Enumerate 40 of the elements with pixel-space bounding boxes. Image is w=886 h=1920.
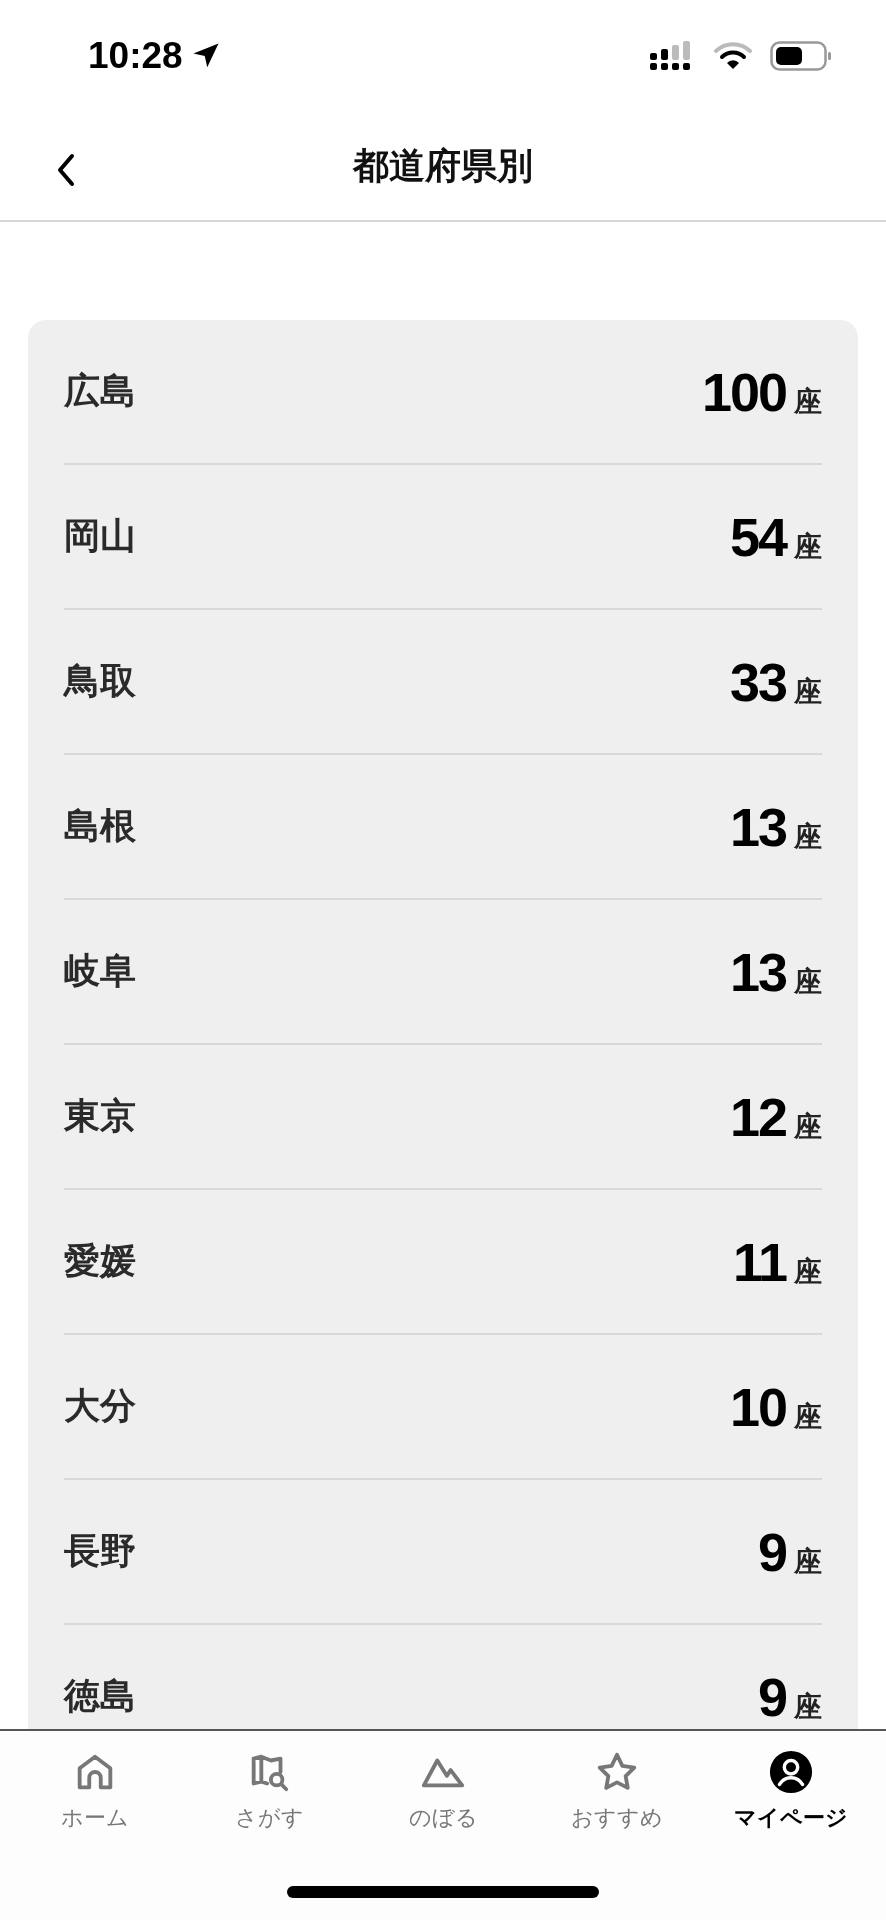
- count-unit: 座: [794, 528, 822, 565]
- status-time: 10:28: [88, 35, 183, 77]
- prefecture-name: 広島: [64, 369, 136, 413]
- page-title: 都道府県別: [353, 143, 533, 188]
- prefecture-name: 鳥取: [64, 659, 136, 703]
- count-unit: 座: [794, 1398, 822, 1435]
- peak-count: 13: [729, 795, 786, 858]
- prefecture-name: 愛媛: [64, 1239, 136, 1283]
- tab-item[interactable]: さがす: [184, 1745, 354, 1837]
- wifi-icon: [714, 42, 752, 70]
- count-unit: 座: [794, 1543, 822, 1580]
- peak-count: 9: [757, 1520, 786, 1583]
- peak-count: 33: [729, 650, 786, 713]
- tab-item[interactable]: おすすめ: [532, 1745, 702, 1837]
- prefecture-name: 岡山: [64, 514, 136, 558]
- user-icon: [768, 1749, 814, 1795]
- count-unit: 座: [794, 1108, 822, 1145]
- count-unit: 座: [794, 963, 822, 1000]
- tab-item[interactable]: のぼる: [358, 1745, 528, 1837]
- peak-count: 12: [729, 1085, 786, 1148]
- prefecture-name: 岐阜: [64, 949, 136, 993]
- peak-count: 54: [729, 505, 786, 568]
- tab-item[interactable]: ホーム: [10, 1745, 180, 1837]
- peak-count: 11: [732, 1230, 786, 1293]
- count-unit: 座: [794, 383, 822, 420]
- prefecture-name: 徳島: [64, 1674, 136, 1718]
- peak-count: 9: [757, 1665, 786, 1728]
- count-unit: 座: [794, 1253, 822, 1290]
- count-unit: 座: [794, 1688, 822, 1725]
- prefecture-name: 大分: [64, 1384, 136, 1428]
- peak-count: 13: [729, 940, 786, 1003]
- peak-count: 100: [701, 360, 786, 423]
- count-unit: 座: [794, 673, 822, 710]
- prefecture-name: 東京: [64, 1094, 136, 1138]
- peak-count: 10: [729, 1375, 786, 1438]
- battery-icon: [770, 41, 832, 71]
- prefecture-name: 島根: [64, 804, 136, 848]
- prefecture-name: 長野: [64, 1529, 136, 1573]
- tab-item[interactable]: マイページ: [706, 1745, 876, 1837]
- count-unit: 座: [794, 818, 822, 855]
